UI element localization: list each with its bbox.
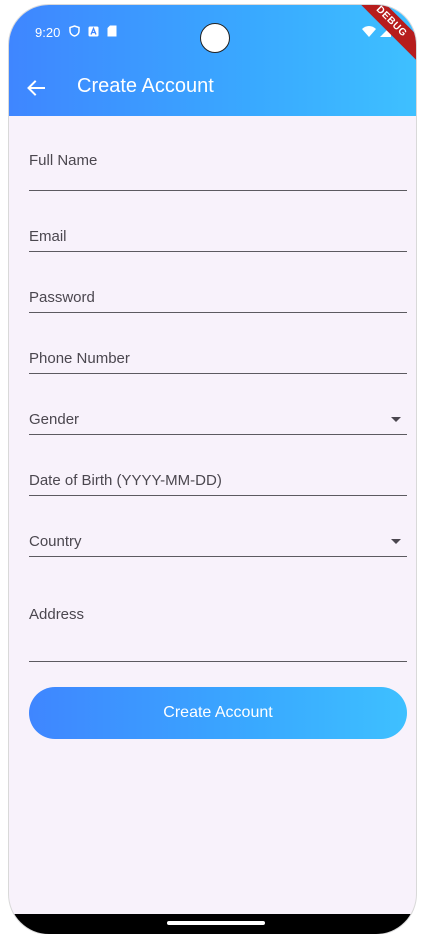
- full-name-label: Full Name: [29, 152, 98, 169]
- phone-number-field[interactable]: Phone Number: [29, 313, 407, 374]
- create-account-form: Full Name Email Password Phone Number Ge…: [29, 116, 407, 662]
- phone-screen: 9:20 DEBUG Create Account Full Name Emai…: [9, 5, 416, 934]
- country-label: Country: [29, 533, 82, 550]
- address-label: Address: [29, 606, 85, 623]
- shield-icon: [69, 25, 80, 37]
- front-camera: [200, 23, 230, 53]
- page-title: Create Account: [77, 75, 214, 97]
- full-name-field[interactable]: Full Name: [29, 116, 407, 191]
- a-icon: [88, 26, 99, 36]
- country-dropdown[interactable]: Country: [29, 496, 407, 557]
- date-of-birth-field[interactable]: Date of Birth (YYYY-MM-DD): [29, 435, 407, 496]
- address-field[interactable]: Address: [29, 557, 407, 662]
- gender-label: Gender: [29, 411, 80, 428]
- phone-number-label: Phone Number: [29, 350, 130, 367]
- system-nav-bar: [9, 914, 416, 934]
- password-label: Password: [29, 289, 95, 306]
- gender-dropdown[interactable]: Gender: [29, 374, 407, 435]
- sd-card-icon: [107, 25, 117, 37]
- date-of-birth-label: Date of Birth (YYYY-MM-DD): [29, 472, 222, 489]
- password-field[interactable]: Password: [29, 252, 407, 313]
- dropdown-arrow-icon: [391, 417, 401, 422]
- toolbar: Create Account: [9, 67, 416, 107]
- create-account-button[interactable]: Create Account: [29, 687, 407, 739]
- email-field[interactable]: Email: [29, 191, 407, 252]
- email-label: Email: [29, 228, 67, 245]
- wifi-icon: [362, 25, 376, 37]
- home-handle[interactable]: [167, 921, 265, 925]
- status-icons-left: [69, 25, 117, 37]
- back-button[interactable]: [23, 75, 49, 101]
- dropdown-arrow-icon: [391, 539, 401, 544]
- app-bar: 9:20 DEBUG Create Account: [9, 5, 416, 116]
- status-time: 9:20: [35, 25, 61, 40]
- status-bar: 9:20 DEBUG: [9, 5, 416, 68]
- arrow-back-icon: [27, 80, 45, 96]
